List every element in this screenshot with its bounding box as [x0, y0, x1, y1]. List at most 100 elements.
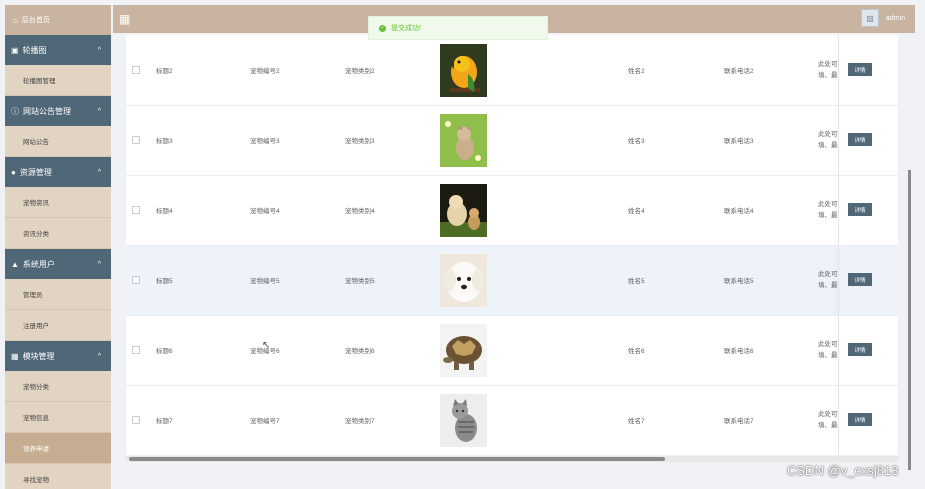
row-checkbox[interactable]	[132, 346, 140, 354]
sidebar-group-modules[interactable]: ▦ 模块管理 ^	[5, 341, 111, 371]
pet-type-cell: 宠物类别6	[345, 348, 375, 355]
sidebar-item-news-category[interactable]: 资讯分类	[5, 218, 111, 249]
title-cell: 标题7	[156, 418, 173, 425]
chevron-up-icon: ^	[97, 168, 101, 176]
checkbox-cell	[132, 245, 140, 315]
description-line: 此处可	[818, 271, 838, 278]
location-icon: ●	[11, 167, 16, 177]
sidebar-item-carousel-manage[interactable]: 轮播图管理	[5, 65, 111, 96]
description-line: 此处可	[818, 61, 838, 68]
row-checkbox[interactable]	[132, 276, 140, 284]
check-circle-icon: ✓	[379, 24, 386, 32]
pet-image	[440, 393, 487, 447]
sidebar-item-registered-users[interactable]: 注册用户	[5, 310, 111, 341]
detail-button[interactable]: 详情	[848, 273, 872, 286]
checkbox-cell	[132, 35, 140, 105]
table-row[interactable]: 标题5 宠物编号5 宠物类别5 姓名5 联系电话5 此处可 填、最 详情	[126, 245, 898, 316]
sidebar-item-pet-category[interactable]: 宠物分类	[5, 371, 111, 402]
user-name[interactable]: admin	[886, 15, 905, 22]
sidebar-item-label: 管理员	[23, 292, 43, 299]
sidebar-group-label: 系统用户	[22, 259, 55, 269]
table-row[interactable]: 标题7 宠物编号7 宠物类别7 姓名7 联系电话7 此处可 填、最 详情	[126, 385, 898, 455]
sidebar-item-label: 轮播图管理	[23, 78, 56, 85]
name-cell: 姓名5	[628, 278, 645, 285]
detail-button[interactable]: 详情	[848, 63, 872, 76]
detail-button[interactable]: 详情	[848, 413, 872, 426]
sidebar-item-admin[interactable]: 管理员	[5, 279, 111, 310]
pet-type-cell: 宠物类别5	[345, 278, 375, 285]
sidebar-item-label: 宠物信息	[23, 415, 49, 422]
description-line: 填、最	[818, 142, 838, 149]
title-cell: 标题4	[156, 208, 173, 215]
detail-button[interactable]: 详情	[848, 343, 872, 356]
sidebar-group-label: 轮播图	[22, 45, 47, 55]
detail-button[interactable]: 详情	[848, 203, 872, 216]
pet-type-cell: 宠物类别3	[345, 138, 375, 145]
pet-number-cell: 宠物编号5	[250, 278, 280, 285]
sidebar-group-label: 资源管理	[19, 167, 52, 177]
avatar[interactable]: ▨	[861, 9, 879, 27]
info-icon: ⓘ	[11, 106, 19, 116]
mouse-cursor-icon: ↖	[262, 340, 271, 351]
sidebar-item-label: 网站公告	[23, 139, 49, 146]
detail-button[interactable]: 详情	[848, 133, 872, 146]
sidebar-group-users[interactable]: ▲ 系统用户 ^	[5, 249, 111, 279]
sidebar-item-label: 宠物分类	[23, 384, 49, 391]
row-checkbox[interactable]	[132, 416, 140, 424]
sidebar-item-label: 领养申请	[23, 446, 49, 453]
checkbox-cell	[132, 315, 140, 385]
vertical-scrollbar[interactable]	[908, 170, 911, 470]
row-checkbox[interactable]	[132, 206, 140, 214]
pet-number-cell: 宠物编号7	[250, 418, 280, 425]
sidebar-item-label: 资讯分类	[23, 231, 49, 238]
sidebar-item-adoption-apply[interactable]: 领养申请	[5, 433, 111, 464]
table-row[interactable]: 标题3 宠物编号3 宠物类别3 姓名3 联系电话3 此处可 填、最 详情	[126, 105, 898, 176]
checkbox-cell	[132, 105, 140, 175]
name-cell: 姓名3	[628, 138, 645, 145]
menu-toggle-icon[interactable]: ▦	[119, 12, 130, 26]
sidebar-item-find-pet[interactable]: 寻找宠物	[5, 464, 111, 489]
sidebar-item-announcement[interactable]: 网站公告	[5, 126, 111, 157]
horizontal-scrollbar[interactable]	[129, 457, 665, 461]
sidebar-home[interactable]: ⌂ 后台首页	[5, 5, 111, 35]
title-cell: 标题3	[156, 138, 173, 145]
pet-type-cell: 宠物类别2	[345, 68, 375, 75]
description-line: 填、最	[818, 422, 838, 429]
pet-image	[440, 253, 487, 307]
chevron-up-icon: ^	[97, 107, 101, 115]
sidebar-group-label: 网站公告管理	[23, 106, 71, 116]
table-row[interactable]: 标题6 宠物编号6 宠物类别6 姓名6 联系电话6 此处可 填、最 详情	[126, 315, 898, 386]
description-line: 此处可	[818, 341, 838, 348]
pet-type-cell: 宠物类别4	[345, 208, 375, 215]
pet-image-cell	[440, 175, 487, 245]
checkbox-cell	[132, 175, 140, 245]
description-line: 此处可	[818, 201, 838, 208]
sidebar-item-pet-info[interactable]: 宠物信息	[5, 402, 111, 433]
name-cell: 姓名4	[628, 208, 645, 215]
adoption-table: 标题7 宠物编号7 宠物类别7 姓名7 联系电话7 此处可 填、最 详情 标题6 宠物编号6 宠物类…	[126, 35, 898, 455]
row-checkbox[interactable]	[132, 66, 140, 74]
pet-image	[440, 323, 487, 377]
grid-icon: ▦	[11, 351, 19, 361]
chevron-up-icon: ^	[97, 46, 101, 54]
pet-image-cell	[440, 245, 487, 315]
sidebar-item-pet-news[interactable]: 宠物资讯	[5, 187, 111, 218]
row-checkbox[interactable]	[132, 136, 140, 144]
sidebar-item-label: 注册用户	[23, 323, 49, 330]
title-cell: 标题5	[156, 278, 173, 285]
sidebar-group-announcement[interactable]: ⓘ 网站公告管理 ^	[5, 96, 111, 126]
description-line: 填、最	[818, 282, 838, 289]
image-icon: ▣	[11, 45, 19, 55]
fixed-column-divider	[838, 35, 839, 455]
table-row[interactable]: 标题2 宠物编号2 宠物类别2 姓名2 联系电话2 此处可 填、最 详情	[126, 35, 898, 106]
sidebar-group-resources[interactable]: ● 资源管理 ^	[5, 157, 111, 187]
table-row[interactable]: 标题4 宠物编号4 宠物类别4 姓名4 联系电话4 此处可 填、最 详情	[126, 175, 898, 246]
sidebar-group-carousel[interactable]: ▣ 轮播图 ^	[5, 35, 111, 65]
chevron-up-icon: ^	[97, 352, 101, 360]
phone-cell: 联系电话7	[724, 418, 754, 425]
sidebar: ⌂ 后台首页 ▣ 轮播图 ^ 轮播图管理 ⓘ 网站公告管理 ^ 网站公告 ● 资…	[5, 5, 111, 489]
title-cell: 标题2	[156, 68, 173, 75]
pet-image-cell	[440, 35, 487, 105]
sidebar-home-label: 后台首页	[21, 17, 50, 24]
pet-number-cell: 宠物编号3	[250, 138, 280, 145]
